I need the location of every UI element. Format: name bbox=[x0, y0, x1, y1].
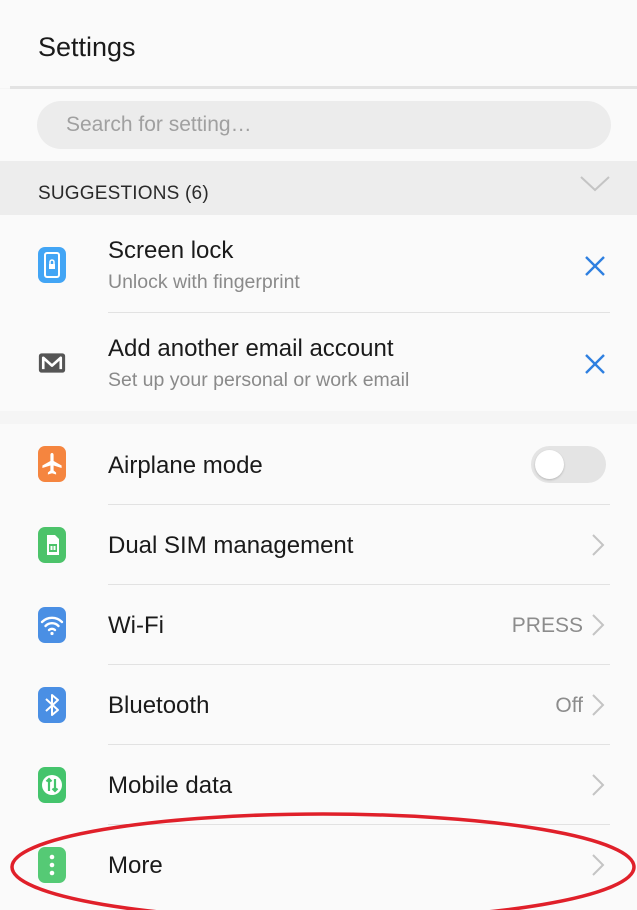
settings-item-wifi[interactable]: Wi-Fi PRESS bbox=[0, 585, 637, 664]
suggestion-subtitle: Unlock with fingerprint bbox=[108, 271, 300, 293]
suggestion-subtitle: Set up your personal or work email bbox=[108, 369, 410, 391]
wifi-icon bbox=[38, 607, 66, 643]
settings-item-label: Bluetooth bbox=[108, 692, 210, 719]
suggestions-card: Screen lock Unlock with fingerprint Add … bbox=[0, 215, 637, 411]
chevron-right-icon bbox=[592, 614, 605, 636]
bluetooth-status-value: Off bbox=[555, 694, 583, 717]
mobile-data-icon bbox=[38, 767, 66, 803]
settings-item-dual-sim[interactable]: Dual SIM management bbox=[0, 505, 637, 584]
suggestion-title: Screen lock bbox=[108, 237, 234, 264]
chevron-right-icon bbox=[592, 854, 605, 876]
wifi-network-value: PRESS bbox=[511, 614, 583, 637]
email-icon bbox=[38, 345, 66, 381]
search-bar bbox=[0, 89, 637, 161]
airplane-icon bbox=[38, 446, 66, 482]
suggestion-add-email[interactable]: Add another email account Set up your pe… bbox=[0, 313, 637, 410]
more-dots-icon bbox=[38, 847, 66, 883]
dismiss-close-icon[interactable] bbox=[582, 351, 608, 377]
toggle-knob bbox=[535, 450, 564, 479]
settings-item-label: Airplane mode bbox=[108, 452, 263, 479]
settings-item-airplane-mode[interactable]: Airplane mode bbox=[0, 424, 637, 504]
chevron-right-icon bbox=[592, 774, 605, 796]
settings-item-label: Wi-Fi bbox=[108, 612, 164, 639]
dismiss-close-icon[interactable] bbox=[582, 253, 608, 279]
settings-item-mobile-data[interactable]: Mobile data bbox=[0, 745, 637, 824]
settings-item-label: More bbox=[108, 852, 163, 879]
search-input[interactable] bbox=[37, 101, 611, 149]
sim-card-icon bbox=[38, 527, 66, 563]
app-header: Settings bbox=[0, 0, 637, 89]
settings-item-label: Dual SIM management bbox=[108, 532, 354, 559]
suggestions-header[interactable]: SUGGESTIONS (6) bbox=[0, 161, 637, 215]
chevron-right-icon bbox=[592, 694, 605, 716]
settings-card: Airplane mode Dual SIM management Wi-Fi … bbox=[0, 424, 637, 910]
bluetooth-icon bbox=[38, 687, 66, 723]
suggestion-screen-lock[interactable]: Screen lock Unlock with fingerprint bbox=[0, 215, 637, 312]
phone-lock-icon bbox=[38, 247, 66, 283]
settings-item-bluetooth[interactable]: Bluetooth Off bbox=[0, 665, 637, 744]
settings-item-label: Mobile data bbox=[108, 772, 233, 799]
suggestion-title: Add another email account bbox=[108, 335, 394, 362]
suggestions-title: SUGGESTIONS (6) bbox=[38, 183, 209, 204]
page-title: Settings bbox=[38, 32, 136, 62]
chevron-right-icon bbox=[592, 534, 605, 556]
chevron-down-icon[interactable] bbox=[578, 172, 612, 194]
settings-item-more[interactable]: More bbox=[0, 825, 637, 905]
airplane-mode-toggle[interactable] bbox=[531, 446, 606, 483]
